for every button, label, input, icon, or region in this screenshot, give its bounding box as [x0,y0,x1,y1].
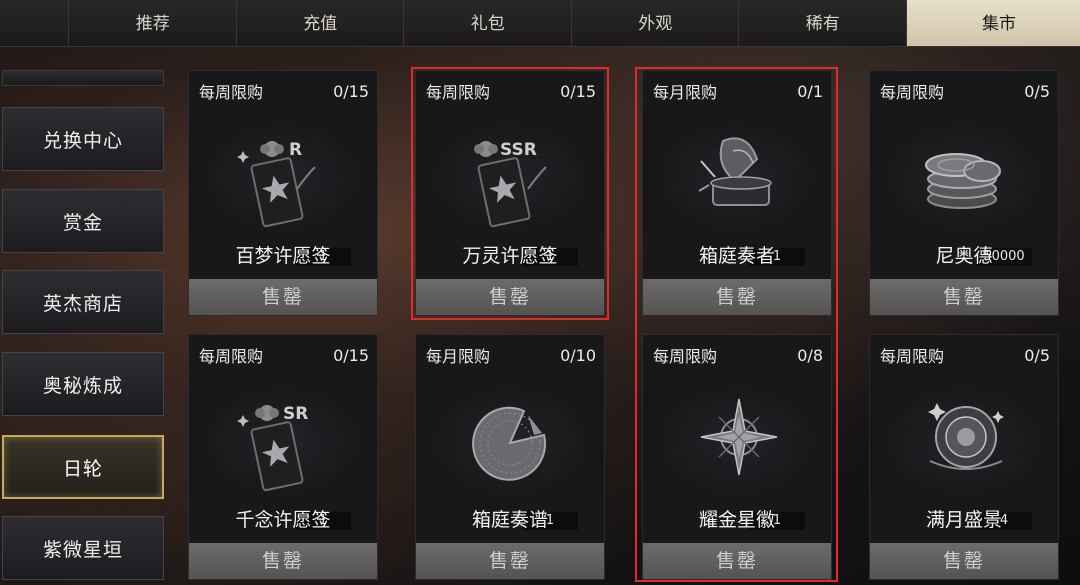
wish-ticket-icon: R [237,140,316,228]
card-art: 4 [870,375,1058,530]
item-name: 箱庭奏者 [698,245,775,267]
sidebar-item-ziwei-star[interactable]: 紫微星垣 [2,516,164,580]
item-name: 百梦许愿签 [235,245,331,267]
tab-recharge[interactable]: 充值 [237,0,405,46]
limit-label: 每周限购 [880,83,945,102]
sidebar-item-hero-shop[interactable]: 英杰商店 [2,270,164,334]
limit-count: 0/1 [797,81,823,101]
record-disc-icon [472,406,547,481]
sold-out-button[interactable]: 售罄 [870,543,1058,579]
limit-label: 每月限购 [426,347,491,366]
tab-rare[interactable]: 稀有 [739,0,907,46]
shop-card[interactable]: 每周限购 0/15 SR 1 千念许愿签 售罄 [188,334,378,580]
item-name: 千念许愿签 [235,509,331,531]
wish-ticket-icon: SSR [474,140,547,228]
shop-card[interactable]: 每月限购 0/10 1 箱庭奏谱 售罄 [415,334,605,580]
sidebar-item-bounty[interactable]: 赏金 [2,189,164,253]
star-badge-icon [700,398,778,476]
tab-recommend[interactable]: 推荐 [69,0,237,46]
shop-card[interactable]: 每周限购 0/15 R 1 百梦许愿签 售罄 [188,70,378,316]
card-header: 每周限购 0/15 [416,71,604,111]
card-header: 每周限购 0/15 [189,71,377,111]
limit-count: 0/15 [333,81,369,101]
card-art: 50000 [870,111,1058,266]
wish-ticket-icon: SR [237,404,308,492]
sold-out-button[interactable]: 售罄 [870,279,1058,315]
card-art: 1 [643,375,831,530]
sold-out-button[interactable]: 售罄 [189,279,377,315]
shop-card[interactable]: 每周限购 0/8 1 耀金星徽 售罄 [642,334,832,580]
limit-count: 0/8 [797,345,823,365]
limit-label: 每周限购 [653,347,718,366]
card-art: SR 1 [189,375,377,530]
coin-stack-icon [925,153,1001,209]
limit-label: 每周限购 [880,347,945,366]
item-name: 箱庭奏谱 [471,509,548,531]
tab-gift-pack[interactable]: 礼包 [404,0,572,46]
shop-card[interactable]: 每周限购 0/5 4 满月盛景 售罄 [869,334,1059,580]
card-header: 每周限购 0/5 [870,335,1058,375]
card-header: 每周限购 0/5 [870,71,1058,111]
limit-count: 0/15 [560,81,596,101]
item-name: 满月盛景 [925,509,1002,531]
card-header: 每周限购 0/8 [643,335,831,375]
card-header: 每月限购 0/10 [416,335,604,375]
limit-count: 0/10 [560,345,596,365]
shop-card[interactable]: 每月限购 0/1 1 箱庭奏者 售罄 [642,70,832,316]
limit-label: 每月限购 [653,83,718,102]
card-art: 1 [416,375,604,530]
limit-count: 0/15 [333,345,369,365]
sold-out-button[interactable]: 售罄 [643,543,831,579]
item-name: 尼奥德 [935,245,993,267]
rarity-tag: SSR [500,140,537,160]
sidebar-item-sun-wheel[interactable]: 日轮 [2,435,164,499]
sold-out-button[interactable]: 售罄 [416,543,604,579]
top-tab-bar: 推荐 充值 礼包 外观 稀有 集市 [0,0,1080,47]
item-name: 万灵许愿签 [462,245,558,267]
sidebar-item-arcane-crafting[interactable]: 奥秘炼成 [2,352,164,416]
shop-card[interactable]: 每周限购 0/5 50000 尼奥德 售罄 [869,70,1059,316]
limit-label: 每周限购 [426,83,491,102]
limit-label: 每周限购 [199,83,264,102]
card-header: 每周限购 0/15 [189,335,377,375]
limit-count: 0/5 [1024,81,1050,101]
sold-out-button[interactable]: 售罄 [416,279,604,315]
card-art: 1 [643,111,831,266]
sidebar-scroll-edge [2,70,164,86]
limit-count: 0/5 [1024,345,1050,365]
rarity-tag: R [289,140,302,160]
shop-card[interactable]: 每周限购 0/15 SSR 1 万灵许愿签 售罄 [415,70,605,316]
full-moon-orb-icon [928,403,1004,470]
tab-appearance[interactable]: 外观 [572,0,740,46]
sold-out-button[interactable]: 售罄 [643,279,831,315]
limit-label: 每周限购 [199,347,264,366]
card-art: R 1 [189,111,377,266]
rarity-tag: SR [283,404,308,424]
tab-market[interactable]: 集市 [906,0,1080,46]
sold-out-button[interactable]: 售罄 [189,543,377,579]
card-art: SSR 1 [416,111,604,266]
card-header: 每月限购 0/1 [643,71,831,111]
gramophone-icon [698,137,772,206]
item-name: 耀金星徽 [698,509,775,531]
sidebar-item-exchange-center[interactable]: 兑换中心 [2,107,164,171]
tab-blank [0,0,70,46]
